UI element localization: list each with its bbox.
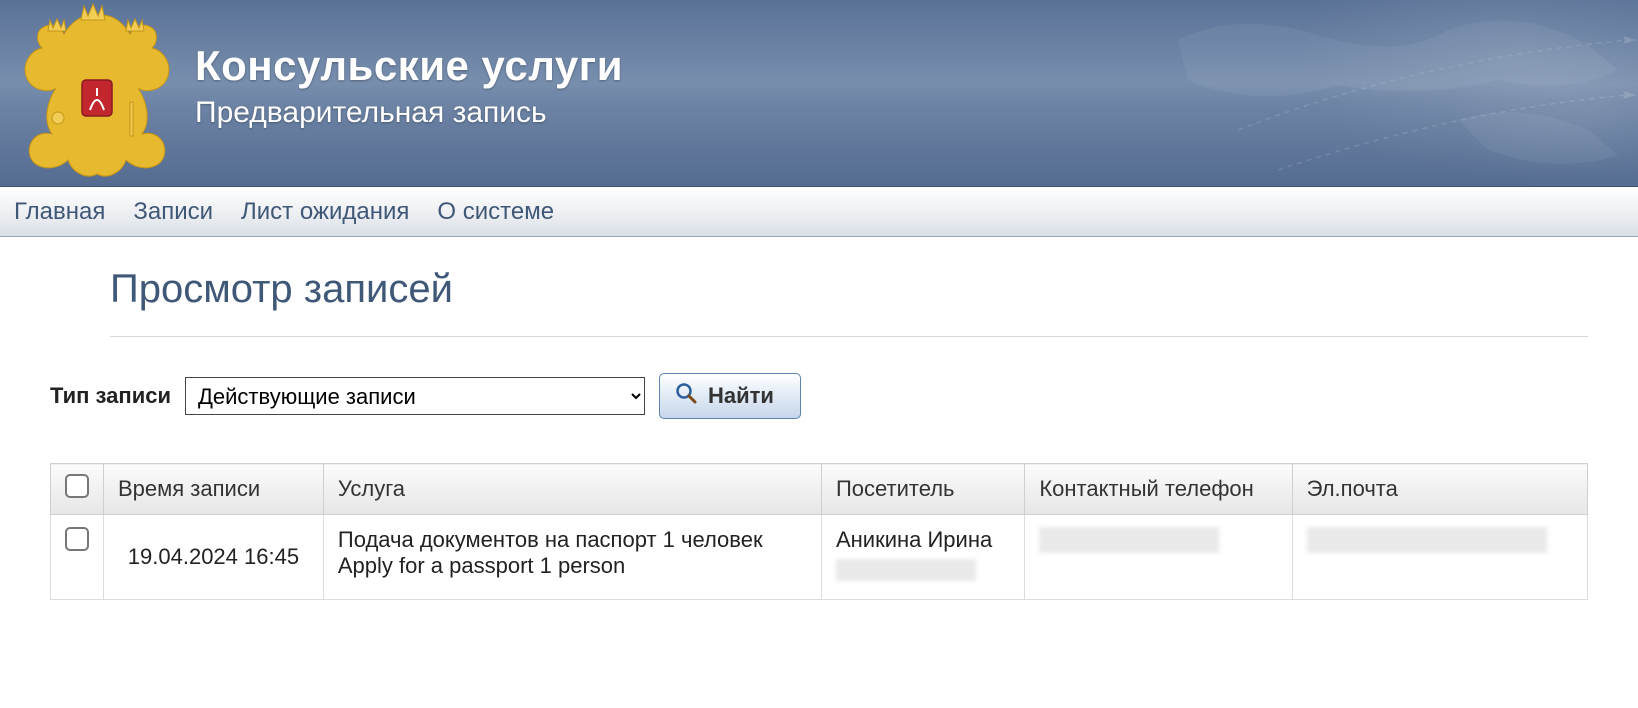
col-select-all <box>51 464 104 515</box>
row-checkbox[interactable] <box>65 527 89 551</box>
nav-about[interactable]: О системе <box>437 198 554 226</box>
cell-time: 19.04.2024 16:45 <box>104 515 324 600</box>
magnifier-icon <box>674 381 698 411</box>
visitor-name: Аникина Ирина <box>836 527 1010 553</box>
cell-visitor: Аникина Ирина <box>821 515 1024 600</box>
service-ru: Подача документов на паспорт 1 человек <box>338 527 807 553</box>
banner-subtitle: Предварительная запись <box>195 96 623 130</box>
table-header-row: Время записи Услуга Посетитель Контактны… <box>51 464 1588 515</box>
find-button[interactable]: Найти <box>659 373 801 419</box>
visitor-redacted <box>836 559 976 581</box>
col-service: Услуга <box>323 464 821 515</box>
cell-phone <box>1025 515 1292 600</box>
phone-redacted <box>1039 527 1219 553</box>
banner-background-map <box>1118 0 1638 186</box>
banner-title: Консульские услуги <box>195 42 623 90</box>
filter-label: Тип записи <box>50 383 171 409</box>
content: Просмотр записей Тип записи Действующие … <box>0 237 1638 620</box>
nav-home[interactable]: Главная <box>14 198 105 226</box>
cell-service: Подача документов на паспорт 1 человек A… <box>323 515 821 600</box>
main-nav: Главная Записи Лист ожидания О системе <box>0 187 1638 237</box>
email-redacted <box>1307 527 1547 553</box>
col-time: Время записи <box>104 464 324 515</box>
record-type-select[interactable]: Действующие записи <box>185 377 645 415</box>
nav-records[interactable]: Записи <box>133 198 213 226</box>
col-phone: Контактный телефон <box>1025 464 1292 515</box>
filter-row: Тип записи Действующие записи Найти <box>50 373 1588 419</box>
banner-text: Консульские услуги Предварительная запис… <box>195 42 623 130</box>
nav-waiting[interactable]: Лист ожидания <box>241 198 409 226</box>
cell-email <box>1292 515 1587 600</box>
page-title: Просмотр записей <box>110 267 1588 337</box>
table-row: 19.04.2024 16:45 Подача документов на па… <box>51 515 1588 600</box>
coat-of-arms-icon <box>12 2 182 182</box>
banner: Консульские услуги Предварительная запис… <box>0 0 1638 187</box>
records-table: Время записи Услуга Посетитель Контактны… <box>50 463 1588 600</box>
col-email: Эл.почта <box>1292 464 1587 515</box>
select-all-checkbox[interactable] <box>65 474 89 498</box>
service-en: Apply for a passport 1 person <box>338 553 807 579</box>
find-button-label: Найти <box>708 383 774 409</box>
col-visitor: Посетитель <box>821 464 1024 515</box>
